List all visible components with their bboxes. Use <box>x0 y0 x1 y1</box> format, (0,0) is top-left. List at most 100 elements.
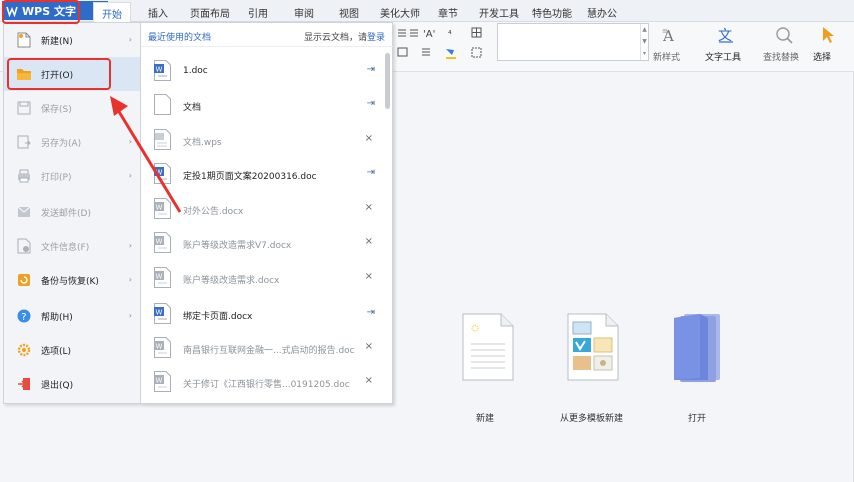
svg-text:⁴: ⁴ <box>448 30 452 40</box>
remove-icon[interactable]: × <box>365 271 373 282</box>
recent-title: 最近使用的文档 <box>148 33 212 43</box>
tab-home[interactable]: 开始 <box>93 2 131 22</box>
tab-beautify[interactable]: 美化大师 <box>380 5 420 20</box>
svg-text:W: W <box>156 343 163 351</box>
menu-label-exit: 退出(Q) <box>41 380 74 391</box>
recent-file-item[interactable]: W 账户等级改造需求.docx × <box>141 261 385 295</box>
tab-view[interactable]: 视图 <box>339 5 359 20</box>
recent-file-name: 定投1期页面文案20200316.doc <box>183 172 317 182</box>
svg-text:W: W <box>156 377 163 385</box>
word-doc-icon: W <box>154 267 171 288</box>
recent-file-name: 账户等级改造需求V7.docx <box>183 241 292 251</box>
backup-icon <box>16 272 32 288</box>
template-gallery-icon[interactable] <box>566 312 620 382</box>
menu-item-file-info[interactable]: 文件信息(F) › <box>4 229 140 263</box>
find-replace-button[interactable]: 查找替换 <box>763 50 799 63</box>
word-doc-icon: W <box>154 371 171 392</box>
menu-label-send-mail: 发送邮件(D) <box>41 208 91 219</box>
new-document-icon[interactable] <box>461 312 515 382</box>
exit-icon <box>16 376 32 392</box>
remove-icon[interactable]: × <box>365 341 373 352</box>
open-folder-large-icon[interactable] <box>670 310 726 382</box>
menu-item-new[interactable]: 新建(N) › <box>4 23 140 57</box>
menu-label-save-as: 另存为(A) <box>41 138 82 149</box>
svg-text:W: W <box>156 66 163 74</box>
new-label[interactable]: 新建 <box>476 411 494 424</box>
menu-label-new: 新建(N) <box>41 36 73 47</box>
menu-label-backup: 备份与恢复(K) <box>41 276 99 287</box>
style-gallery[interactable]: ▲ ▼ ▾ <box>497 23 649 61</box>
recent-file-name: 1.doc <box>183 66 208 76</box>
help-icon: ? <box>16 308 32 324</box>
recent-scrollbar[interactable] <box>385 53 390 109</box>
menu-label-print: 打印(P) <box>41 172 72 183</box>
login-link[interactable]: 登录 <box>367 33 385 43</box>
recent-file-name: 账户等级改造需求.docx <box>183 276 280 286</box>
chevron-right-icon: › <box>128 275 132 284</box>
svg-text:≡: ≡ <box>662 27 668 35</box>
recent-file-item[interactable]: W 关于修订《江西银行零售...0191205.doc × <box>141 365 385 399</box>
menu-label-options: 选项(L) <box>41 346 72 357</box>
pin-icon[interactable]: ⇥ <box>367 64 375 75</box>
new-style-button[interactable]: 新样式 <box>653 50 680 63</box>
file-info-icon <box>16 238 32 254</box>
text-tools-button[interactable]: 文字工具 <box>705 50 741 63</box>
svg-text:W: W <box>156 238 163 246</box>
tab-references[interactable]: 引用 <box>248 5 268 20</box>
text-tools-icon: 文 <box>718 28 733 44</box>
tab-smart-office[interactable]: 慧办公 <box>587 5 617 20</box>
chevron-right-icon: › <box>128 311 132 320</box>
pin-icon[interactable]: ⇥ <box>367 98 375 109</box>
annotation-box-wps-menu <box>2 0 80 24</box>
chevron-right-icon: › <box>128 241 132 250</box>
chevron-right-icon: › <box>128 35 132 44</box>
find-replace-icon <box>776 27 793 44</box>
menu-item-exit[interactable]: 退出(Q) <box>4 367 140 401</box>
menu-label-file-info: 文件信息(F) <box>41 242 90 253</box>
recent-file-item[interactable]: W 绑定卡页面.docx ⇥ <box>141 297 385 331</box>
open-label[interactable]: 打开 <box>688 411 706 424</box>
menu-item-options[interactable]: 选项(L) <box>4 333 140 367</box>
tab-features[interactable]: 特色功能 <box>532 5 572 20</box>
word-doc-icon: W <box>154 60 171 81</box>
remove-icon[interactable]: × <box>365 133 373 144</box>
recent-file-item[interactable]: W 1.doc ⇥ <box>141 54 385 88</box>
annotation-arrow-icon <box>110 96 182 213</box>
save-as-icon <box>16 134 32 150</box>
tab-developer[interactable]: 开发工具 <box>479 5 519 20</box>
recent-file-name: 绑定卡页面.docx <box>183 312 253 322</box>
menu-label-save: 保存(S) <box>41 104 72 115</box>
print-icon <box>16 168 32 184</box>
svg-text:W: W <box>156 273 163 281</box>
menu-label-help: 帮助(H) <box>41 312 73 323</box>
recent-file-item[interactable]: W 账户等级改造需求V7.docx × <box>141 226 385 260</box>
select-cursor-icon <box>823 27 834 43</box>
word-doc-icon: W <box>154 303 171 324</box>
recent-file-name: 南昌银行互联网金融一...式启动的报告.doc <box>183 346 355 356</box>
paragraph-tools-icon[interactable]: 'A' ⁴ <box>396 26 496 66</box>
remove-icon[interactable]: × <box>365 236 373 247</box>
annotation-box-open <box>7 58 111 90</box>
cloud-docs-hint: 显示云文档，请登录 <box>304 30 385 43</box>
menu-item-backup[interactable]: 备份与恢复(K) › <box>4 263 140 297</box>
recent-file-item[interactable]: W 南昌银行互联网金融一...式启动的报告.doc × <box>141 331 385 365</box>
options-icon <box>16 342 32 358</box>
remove-icon[interactable]: × <box>365 202 373 213</box>
tab-page-layout[interactable]: 页面布局 <box>190 5 230 20</box>
menu-item-help[interactable]: ? 帮助(H) › <box>4 299 140 333</box>
pin-icon[interactable]: ⇥ <box>367 167 375 178</box>
tab-chapter[interactable]: 章节 <box>438 5 458 20</box>
word-doc-icon: W <box>154 232 171 253</box>
new-style-icon: A ≡ <box>662 27 674 45</box>
select-button[interactable]: 选择 <box>813 50 831 63</box>
svg-text:?: ? <box>21 312 26 323</box>
tab-insert[interactable]: 插入 <box>148 5 168 20</box>
word-doc-icon: W <box>154 337 171 358</box>
template-new-label[interactable]: 从更多模板新建 <box>560 411 623 424</box>
tab-review[interactable]: 审阅 <box>294 5 314 20</box>
new-doc-icon <box>16 32 32 48</box>
style-gallery-scroll[interactable]: ▲ ▼ ▾ <box>640 24 648 60</box>
recent-header: 最近使用的文档 显示云文档，请登录 <box>141 23 393 47</box>
pin-icon[interactable]: ⇥ <box>367 307 375 318</box>
remove-icon[interactable]: × <box>365 375 373 386</box>
